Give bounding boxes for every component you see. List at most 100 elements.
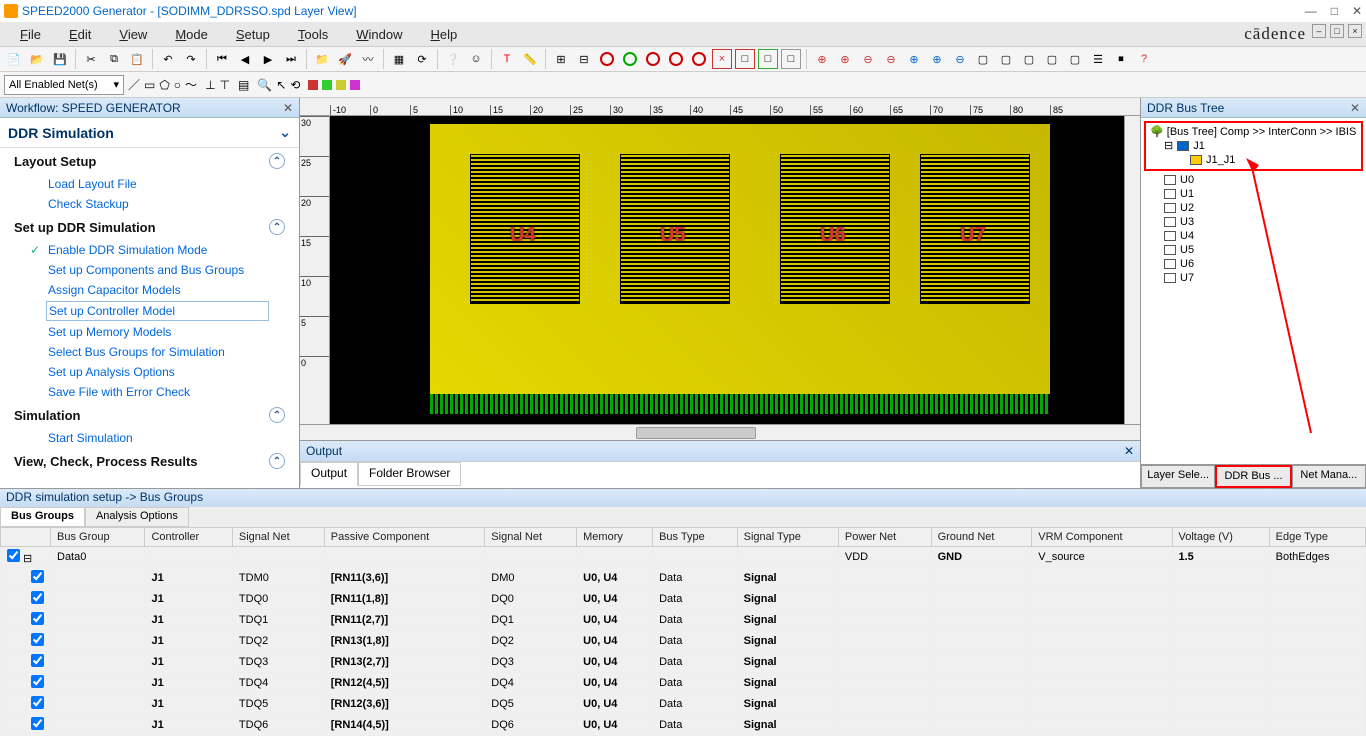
wf-load-layout[interactable]: Load Layout File (0, 174, 299, 194)
output-close-icon[interactable]: ✕ (1124, 444, 1134, 458)
tree-node-u3[interactable]: U3 (1144, 215, 1363, 229)
wf-setup-controller[interactable]: Set up Controller Model (46, 301, 269, 321)
menu-edit[interactable]: Edit (69, 27, 91, 42)
table-row[interactable]: J1TDQ3[RN13(2,7)]DQ3U0, U4DataSignal (1, 652, 1366, 673)
menu-file[interactable]: File (20, 27, 41, 42)
wf-analysis-options[interactable]: Set up Analysis Options (0, 362, 299, 382)
tool-line-icon[interactable]: ／ (128, 76, 140, 93)
ruler-icon[interactable]: 📏 (520, 49, 540, 69)
tab-analysis-options[interactable]: Analysis Options (85, 507, 189, 527)
column-header[interactable]: Power Net (838, 528, 931, 547)
tab-ddr-bus[interactable]: DDR Bus ... (1215, 465, 1291, 488)
wf-setup-components[interactable]: Set up Components and Bus Groups (0, 260, 299, 280)
section-layout-setup[interactable]: Layout Setup⌃ (0, 148, 299, 174)
play-first-icon[interactable]: ⏮ (212, 49, 232, 69)
help-icon[interactable]: ❔ (443, 49, 463, 69)
circle-red4-icon[interactable] (692, 52, 706, 66)
menu-help[interactable]: Help (430, 27, 457, 42)
question-icon[interactable]: ? (1134, 49, 1154, 69)
copy-icon[interactable]: ⧉ (104, 49, 124, 69)
sq1-icon[interactable]: ▢ (973, 49, 993, 69)
circle-green-icon[interactable] (623, 52, 637, 66)
row-checkbox[interactable] (31, 654, 44, 667)
grid-icon[interactable]: ▦ (389, 49, 409, 69)
box-green-icon[interactable]: □ (758, 49, 778, 69)
tree-node-j1[interactable]: J1 (1193, 140, 1205, 152)
tool-trace-icon[interactable]: 〜 (185, 76, 197, 93)
tree-node-u6[interactable]: U6 (1144, 257, 1363, 271)
table-row[interactable]: J1TDQ4[RN12(4,5)]DQ4U0, U4DataSignal (1, 673, 1366, 694)
sq2-icon[interactable]: ▢ (996, 49, 1016, 69)
undo-icon[interactable]: ↶ (158, 49, 178, 69)
wave-icon[interactable]: 〰 (358, 49, 378, 69)
table-row[interactable]: J1TDQ6[RN14(4,5)]DQ6U0, U4DataSignal (1, 715, 1366, 736)
row-checkbox[interactable] (31, 633, 44, 646)
net-dropdown[interactable]: All Enabled Net(s) ▾ (4, 75, 124, 95)
minus-blue-icon[interactable]: ⊖ (950, 49, 970, 69)
magenta-sq-icon[interactable] (350, 80, 360, 90)
folder-icon[interactable]: 📁 (312, 49, 332, 69)
target-icon[interactable]: ⊕ (904, 49, 924, 69)
rotate-icon[interactable]: ⟲ (290, 78, 300, 92)
snap2-icon[interactable]: ⊤ (220, 78, 230, 92)
minus-red2-icon[interactable]: ⊖ (881, 49, 901, 69)
group-row[interactable]: ⊟Data0VDDGNDV_source1.5BothEdges (1, 547, 1366, 568)
column-header[interactable]: Memory (577, 528, 653, 547)
box-x-icon[interactable]: × (712, 49, 732, 69)
horizontal-scrollbar[interactable] (300, 424, 1140, 440)
wf-check-stackup[interactable]: Check Stackup (0, 194, 299, 214)
column-header[interactable]: Voltage (V) (1172, 528, 1269, 547)
mdi-restore[interactable]: □ (1330, 24, 1344, 38)
tab-net-manager[interactable]: Net Mana... (1292, 465, 1366, 488)
circle-red2-icon[interactable] (646, 52, 660, 66)
green-sq-icon[interactable] (322, 80, 332, 90)
column-header[interactable]: Bus Type (653, 528, 738, 547)
wf-assign-capacitor[interactable]: Assign Capacitor Models (0, 280, 299, 300)
list-icon[interactable]: ☰ (1088, 49, 1108, 69)
wf-enable-ddr[interactable]: Enable DDR Simulation Mode (0, 240, 299, 260)
tree-node-u7[interactable]: U7 (1144, 271, 1363, 285)
table-row[interactable]: J1TDM0[RN11(3,6)]DM0U0, U4DataSignal (1, 568, 1366, 589)
tree-root[interactable]: [Bus Tree] Comp >> InterConn >> IBIS (1167, 126, 1357, 138)
mdi-minimize[interactable]: – (1312, 24, 1326, 38)
column-header[interactable]: Controller (145, 528, 232, 547)
play-prev-icon[interactable]: ◀ (235, 49, 255, 69)
play-icon[interactable]: ▶ (258, 49, 278, 69)
row-checkbox[interactable] (31, 591, 44, 604)
expand-icon[interactable]: ⊟ (1164, 139, 1173, 152)
plus-red-icon[interactable]: ⊕ (812, 49, 832, 69)
row-checkbox[interactable] (31, 717, 44, 730)
column-header[interactable]: Ground Net (931, 528, 1032, 547)
column-header[interactable]: Signal Net (232, 528, 324, 547)
pointer-icon[interactable]: ↖ (276, 78, 286, 92)
tree-node-u0[interactable]: U0 (1144, 173, 1363, 187)
column-header[interactable]: Edge Type (1269, 528, 1365, 547)
plus-red2-icon[interactable]: ⊕ (835, 49, 855, 69)
circle-red-icon[interactable] (600, 52, 614, 66)
row-checkbox[interactable] (31, 696, 44, 709)
wf-save-file[interactable]: Save File with Error Check (0, 382, 299, 402)
tree-node-u5[interactable]: U5 (1144, 243, 1363, 257)
minimize-button[interactable]: — (1305, 4, 1317, 18)
stop-icon[interactable]: ⏹ (1111, 49, 1131, 69)
cut-icon[interactable]: ✂ (81, 49, 101, 69)
redo-icon[interactable]: ↷ (181, 49, 201, 69)
wf-start-simulation[interactable]: Start Simulation (0, 428, 299, 448)
table-row[interactable]: J1TDQ5[RN12(3,6)]DQ5U0, U4DataSignal (1, 694, 1366, 715)
menu-setup[interactable]: Setup (236, 27, 270, 42)
column-header[interactable]: Passive Component (324, 528, 485, 547)
grid3-icon[interactable]: ⊟ (574, 49, 594, 69)
tree-node-u1[interactable]: U1 (1144, 187, 1363, 201)
table-row[interactable]: J1TDQ2[RN13(1,8)]DQ2U0, U4DataSignal (1, 631, 1366, 652)
tool-rect-icon[interactable]: ▭ (144, 78, 155, 92)
column-header[interactable]: Bus Group (51, 528, 145, 547)
vertical-scrollbar[interactable] (1124, 116, 1140, 424)
wf-setup-memory[interactable]: Set up Memory Models (0, 322, 299, 342)
table-row[interactable]: J1TDQ1[RN11(2,7)]DQ1U0, U4DataSignal (1, 610, 1366, 631)
section-setup-ddr[interactable]: Set up DDR Simulation⌃ (0, 214, 299, 240)
tree-node-u4[interactable]: U4 (1144, 229, 1363, 243)
save-icon[interactable]: 💾 (50, 49, 70, 69)
workflow-close-icon[interactable]: ✕ (283, 101, 293, 115)
minus-red-icon[interactable]: ⊖ (858, 49, 878, 69)
box-gray-icon[interactable]: □ (781, 49, 801, 69)
